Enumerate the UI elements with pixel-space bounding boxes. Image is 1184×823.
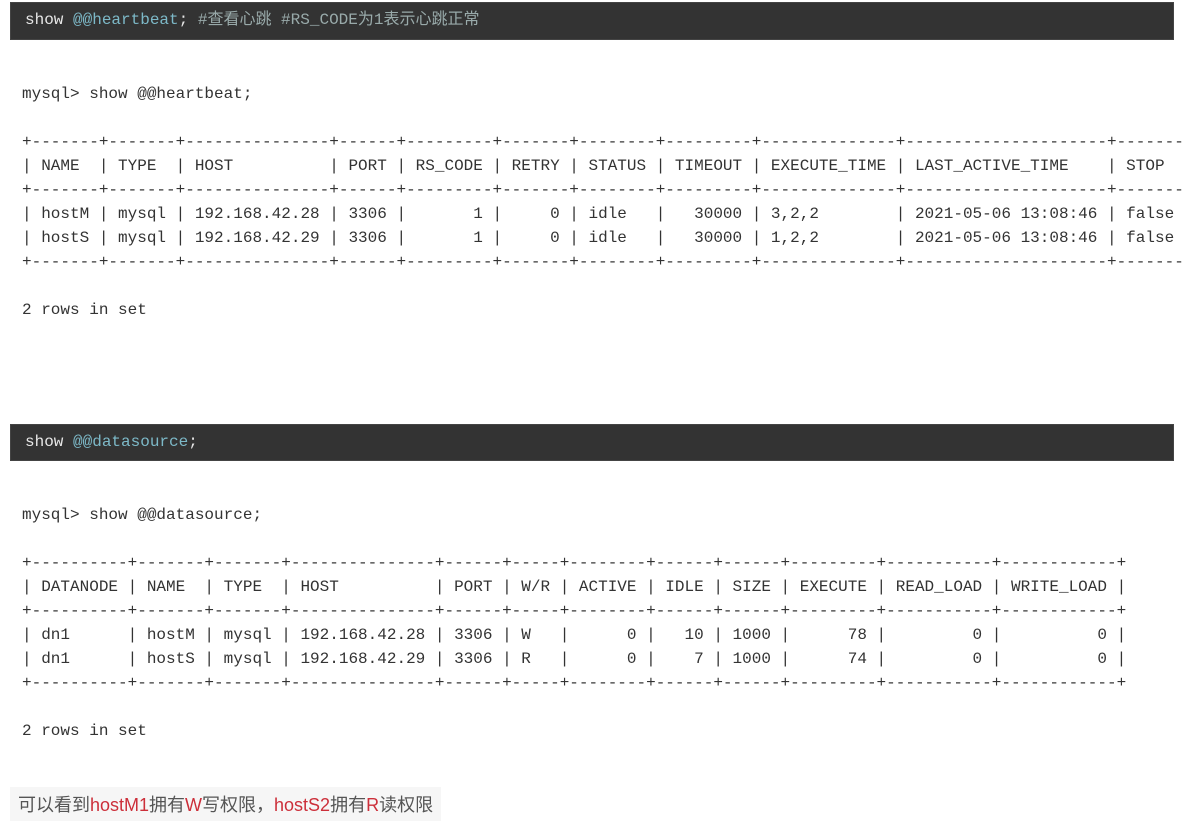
callout-host-s: hostS2 [274, 795, 330, 815]
term-footer: 2 rows in set [22, 301, 147, 319]
callout-host-m: hostM1 [90, 795, 149, 815]
permissions-callout: 可以看到hostM1拥有W写权限，hostS2拥有R读权限 [10, 787, 441, 821]
kw-target: @@heartbeat [73, 11, 179, 29]
callout-text: 读权限 [379, 795, 433, 815]
callout-w: W [185, 795, 202, 815]
kw-semi: ; [179, 11, 189, 29]
term-table: +-------+-------+---------------+------+… [22, 133, 1184, 271]
term-prompt: mysql> show @@heartbeat; [22, 85, 252, 103]
kw-show: show [25, 433, 63, 451]
command-heartbeat[interactable]: show @@heartbeat; #查看心跳 #RS_CODE为1表示心跳正常 [10, 2, 1174, 40]
term-prompt: mysql> show @@datasource; [22, 506, 262, 524]
callout-text: 写权限， [202, 795, 274, 815]
callout-text: 可以看到 [18, 795, 90, 815]
callout-r: R [366, 795, 379, 815]
cmd-comment: #查看心跳 #RS_CODE为1表示心跳正常 [188, 11, 479, 29]
callout-text: 拥有 [149, 795, 185, 815]
kw-target: @@datasource [73, 433, 188, 451]
term-footer: 2 rows in set [22, 722, 147, 740]
term-table: +----------+-------+-------+------------… [22, 554, 1126, 692]
terminal-datasource: mysql> show @@datasource; +----------+--… [10, 471, 1174, 751]
terminal-heartbeat: mysql> show @@heartbeat; +-------+------… [10, 50, 1174, 330]
callout-text: 拥有 [330, 795, 366, 815]
kw-semi: ; [188, 433, 198, 451]
kw-show: show [25, 11, 63, 29]
command-datasource[interactable]: show @@datasource; [10, 424, 1174, 462]
